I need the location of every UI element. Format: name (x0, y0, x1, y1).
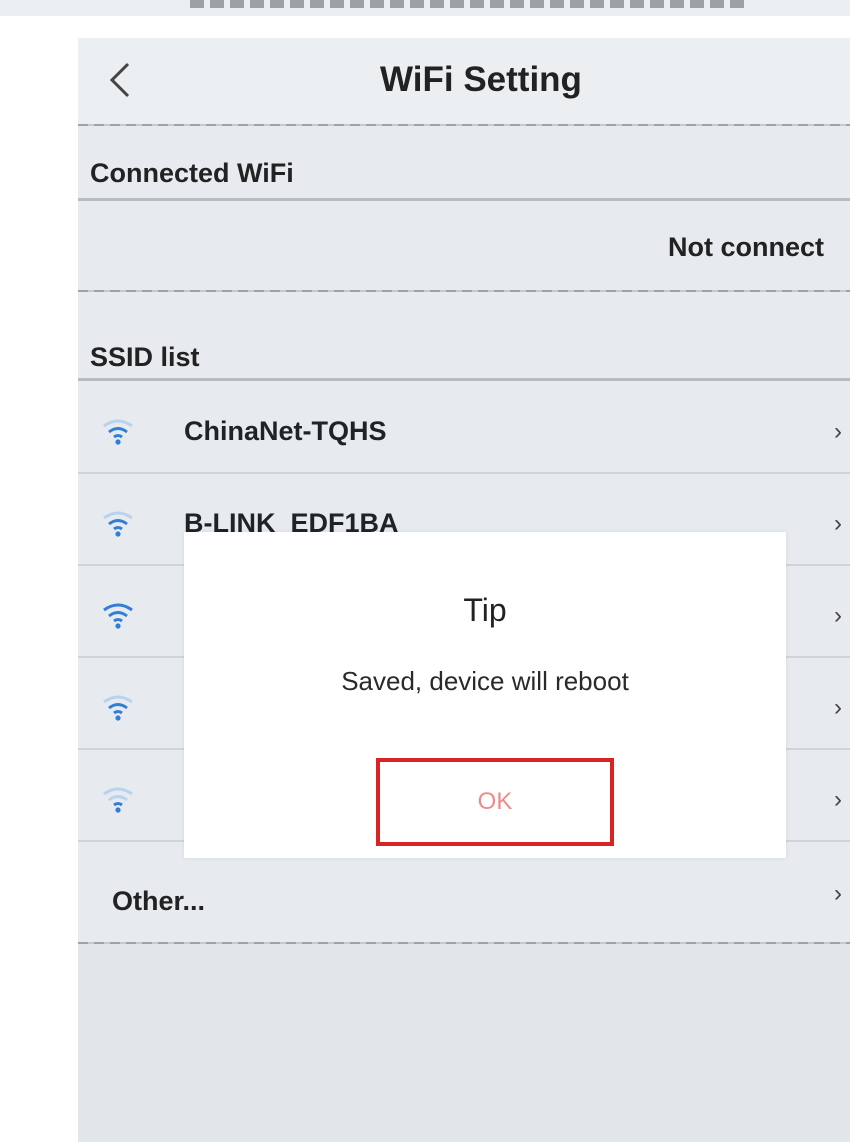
divider (78, 378, 850, 381)
ssid-row[interactable]: ChinaNet-TQHS › (78, 390, 850, 480)
divider (78, 290, 850, 292)
divider (78, 198, 850, 201)
wifi-signal-icon (103, 603, 133, 629)
page-title: WiFi Setting (380, 60, 582, 99)
empty-area (78, 944, 850, 1142)
other-network-label: Other... (112, 886, 206, 916)
phone-screen: WiFi Setting Connected WiFi Not connect … (78, 38, 850, 1142)
divider (78, 124, 850, 126)
wifi-signal-icon (103, 695, 133, 721)
dialog-message: Saved, device will reboot (341, 666, 629, 696)
chevron-right-icon: › (834, 418, 842, 445)
navigation-bar: WiFi Setting (78, 38, 850, 124)
connection-status: Not connect (668, 232, 825, 262)
chevron-right-icon: › (834, 786, 842, 813)
connected-wifi-header: Connected WiFi (90, 158, 294, 188)
wifi-signal-icon (103, 419, 133, 445)
chevron-right-icon: › (834, 694, 842, 721)
chevron-right-icon: › (834, 880, 842, 907)
ssid-list-header: SSID list (90, 342, 200, 372)
dialog-title: Tip (463, 592, 507, 628)
tip-dialog: Tip Saved, device will reboot OK (184, 532, 786, 858)
chevron-right-icon: › (834, 510, 842, 537)
chevron-right-icon: › (834, 602, 842, 629)
screenshot-page: WiFi Setting Connected WiFi Not connect … (0, 0, 850, 1142)
wifi-signal-icon (103, 511, 133, 537)
cropped-text-remnant (190, 0, 750, 8)
wifi-signal-icon (103, 787, 133, 813)
ok-button[interactable]: OK (376, 758, 614, 846)
ssid-name: ChinaNet-TQHS (184, 416, 387, 446)
row-separator (78, 472, 850, 474)
